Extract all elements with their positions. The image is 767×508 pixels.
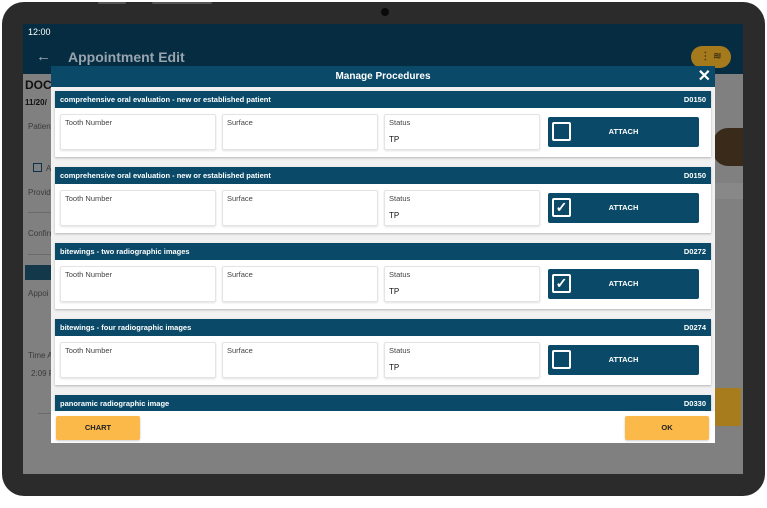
tooth-number-field[interactable]: Tooth Number xyxy=(60,342,216,378)
attach-label: ATTACH xyxy=(608,355,639,364)
volume-button xyxy=(98,2,126,4)
arrow-left-icon[interactable]: ← xyxy=(36,48,51,65)
procedure-card: comprehensive oral evaluation - new or e… xyxy=(55,167,711,233)
procedure-header: panoramic radiographic image D0330 xyxy=(55,395,711,411)
divider xyxy=(38,413,52,414)
tooth-number-field[interactable]: Tooth Number xyxy=(60,190,216,226)
status-field[interactable]: Status TP xyxy=(384,114,540,150)
field-label: Status xyxy=(389,270,411,279)
screen: 12:00 ← Appointment Edit ⋮ ≋ DOC 11/20/ … xyxy=(23,24,743,474)
procedure-header: bitewings - four radiographic images D02… xyxy=(55,319,711,336)
field-label: Status xyxy=(389,118,411,127)
attach-button[interactable]: ✓ ATTACH xyxy=(548,193,699,223)
field-label: Surface xyxy=(227,118,253,127)
tooth-number-field[interactable]: Tooth Number xyxy=(60,114,216,150)
procedure-name: comprehensive oral evaluation - new or e… xyxy=(60,171,271,180)
procedure-header: comprehensive oral evaluation - new or e… xyxy=(55,91,711,108)
attach-button[interactable]: ATTACH xyxy=(548,117,699,147)
procedure-code: D0150 xyxy=(683,95,706,104)
status-bar: 12:00 xyxy=(23,24,743,44)
field-value: TP xyxy=(389,287,400,296)
doctor-label: DOC xyxy=(25,78,52,92)
procedure-name: panoramic radiographic image xyxy=(60,399,170,408)
status-field[interactable]: Status TP xyxy=(384,342,540,378)
field-value: TP xyxy=(389,135,400,144)
ok-button[interactable]: OK xyxy=(625,416,709,440)
procedure-code: D0150 xyxy=(683,171,706,180)
field-value: TP xyxy=(389,363,400,372)
attach-label: ATTACH xyxy=(608,127,639,136)
procedure-code: D0330 xyxy=(683,399,706,408)
field-value: TP xyxy=(389,211,400,220)
field-label: Surface xyxy=(227,270,253,279)
procedure-card: comprehensive oral evaluation - new or e… xyxy=(55,91,711,157)
dialog-header: Manage Procedures ✕ xyxy=(51,66,715,87)
procedure-name: bitewings - two radiographic images xyxy=(60,247,190,256)
procedure-header: bitewings - two radiographic images D027… xyxy=(55,243,711,260)
tooth-number-field[interactable]: Tooth Number xyxy=(60,266,216,302)
field-label: Tooth Number xyxy=(65,194,113,203)
procedure-code: D0272 xyxy=(683,247,706,256)
surface-field[interactable]: Surface xyxy=(222,190,378,226)
page-title: Appointment Edit xyxy=(68,49,185,65)
background-band xyxy=(25,265,51,280)
avatar xyxy=(713,128,743,166)
field-label: Tooth Number xyxy=(65,270,113,279)
attach-button[interactable]: ✓ ATTACH xyxy=(548,269,699,299)
power-button xyxy=(152,2,212,4)
field-label: Surface xyxy=(227,194,253,203)
divider xyxy=(28,254,52,255)
procedure-code: D0274 xyxy=(683,323,706,332)
attach-label: ATTACH xyxy=(608,203,639,212)
field-label: Tooth Number xyxy=(65,346,113,355)
surface-field[interactable]: Surface xyxy=(222,266,378,302)
procedure-name: comprehensive oral evaluation - new or e… xyxy=(60,95,271,104)
appointment-label: Appoi xyxy=(28,289,49,298)
background-band xyxy=(713,183,743,199)
status-time: 12:00 xyxy=(28,27,51,37)
field-label: Status xyxy=(389,194,411,203)
procedure-list[interactable]: comprehensive oral evaluation - new or e… xyxy=(51,87,715,411)
close-icon[interactable]: ✕ xyxy=(698,66,711,87)
attach-button[interactable]: ATTACH xyxy=(548,345,699,375)
field-label: Tooth Number xyxy=(65,118,113,127)
status-field[interactable]: Status TP xyxy=(384,266,540,302)
surface-field[interactable]: Surface xyxy=(222,342,378,378)
divider xyxy=(28,212,52,213)
chart-button[interactable]: CHART xyxy=(56,416,140,440)
dialog-title: Manage Procedures xyxy=(335,71,431,82)
overflow-menu-button[interactable]: ⋮ ≋ xyxy=(691,46,731,68)
camera xyxy=(381,8,389,16)
procedure-name: bitewings - four radiographic images xyxy=(60,323,192,332)
provider-label: Provid xyxy=(28,188,51,197)
surface-field[interactable]: Surface xyxy=(222,114,378,150)
manage-procedures-dialog: Manage Procedures ✕ comprehensive oral e… xyxy=(51,66,715,443)
procedure-card: bitewings - two radiographic images D027… xyxy=(55,243,711,309)
procedure-card: panoramic radiographic image D0330 xyxy=(55,395,711,411)
field-label: Surface xyxy=(227,346,253,355)
dialog-footer: CHART OK xyxy=(51,411,715,443)
background-button xyxy=(715,388,741,426)
attach-label: ATTACH xyxy=(608,279,639,288)
procedure-card: bitewings - four radiographic images D02… xyxy=(55,319,711,385)
patient-label: Patien xyxy=(28,122,51,131)
procedure-header: comprehensive oral evaluation - new or e… xyxy=(55,167,711,184)
time-label: Time A xyxy=(28,351,53,360)
field-label: Status xyxy=(389,346,411,355)
status-field[interactable]: Status TP xyxy=(384,190,540,226)
background-checkbox xyxy=(33,163,42,172)
date-label: 11/20/ xyxy=(25,98,47,107)
